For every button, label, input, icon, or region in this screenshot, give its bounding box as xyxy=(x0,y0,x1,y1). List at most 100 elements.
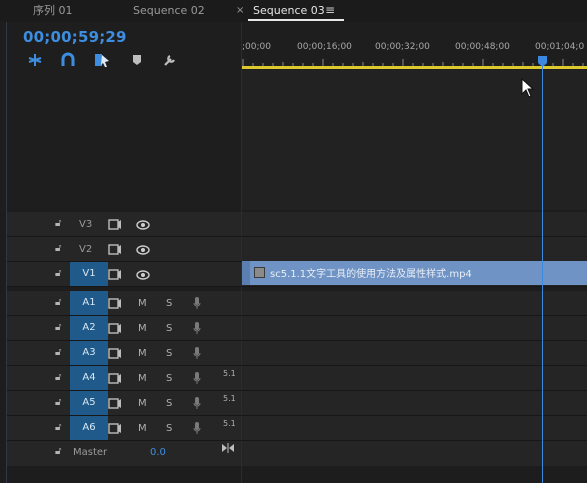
lock-icon[interactable]: 🔓︎ xyxy=(55,397,61,408)
track-row-v2: 🔓︎ V2 xyxy=(7,237,587,262)
sequence-tab-bar: 序列 01 Sequence 02 × Sequence 03 ≡ xyxy=(0,0,587,22)
track-target-a3[interactable]: A3 xyxy=(70,341,108,365)
lock-icon[interactable]: 🔓︎ xyxy=(55,446,61,457)
empty-track-area[interactable] xyxy=(242,70,587,210)
track-header-a3[interactable]: 🔓︎ A3 M S xyxy=(7,341,241,365)
master-label: Master xyxy=(73,447,108,458)
track-body-a6[interactable] xyxy=(242,416,587,440)
ruler-label: 00;00;48;00 xyxy=(455,42,510,52)
time-ruler[interactable]: ;00;00 00;00;16;00 00;00;32;00 00;00;48;… xyxy=(242,22,587,70)
sync-lock-icon[interactable] xyxy=(108,323,122,334)
lock-icon[interactable]: 🔓︎ xyxy=(55,243,61,254)
master-track-header[interactable]: 🔓︎ Master 0.0 xyxy=(7,441,241,466)
linked-selection-icon[interactable] xyxy=(93,52,111,68)
sync-lock-icon[interactable] xyxy=(108,269,122,280)
voiceover-mic-icon[interactable] xyxy=(193,347,201,360)
master-track-body[interactable] xyxy=(242,441,587,466)
magnet-icon[interactable] xyxy=(59,52,77,68)
track-header-a4[interactable]: 🔓︎ A4 M S 5.1 xyxy=(7,366,241,390)
track-header-v1[interactable]: 🔓︎ V1 xyxy=(7,262,241,286)
track-target-a5[interactable]: A5 xyxy=(70,391,108,415)
master-volume-value[interactable]: 0.0 xyxy=(150,447,166,458)
track-target-a1[interactable]: A1 xyxy=(70,291,108,315)
tab-close-button[interactable]: × xyxy=(236,0,244,22)
lock-icon[interactable]: 🔓︎ xyxy=(55,422,61,433)
solo-button[interactable]: S xyxy=(166,298,172,309)
voiceover-mic-icon[interactable] xyxy=(193,397,201,410)
track-header-a1[interactable]: 🔓︎ A1 M S xyxy=(7,291,241,315)
go-to-edit-point-icon[interactable] xyxy=(221,443,235,453)
track-header-a5[interactable]: 🔓︎ A5 M S 5.1 xyxy=(7,391,241,415)
sync-lock-icon[interactable] xyxy=(108,219,122,230)
solo-button[interactable]: S xyxy=(166,398,172,409)
track-target-a6[interactable]: A6 xyxy=(70,416,108,440)
snap-icon[interactable] xyxy=(26,52,44,68)
mute-button[interactable]: M xyxy=(138,298,147,309)
playhead-line[interactable] xyxy=(542,58,543,483)
solo-button[interactable]: S xyxy=(166,323,172,334)
track-header-a2[interactable]: 🔓︎ A2 M S xyxy=(7,316,241,340)
playhead-handle[interactable] xyxy=(537,56,548,67)
sync-lock-icon[interactable] xyxy=(108,298,122,309)
sync-lock-icon[interactable] xyxy=(108,244,122,255)
sync-lock-icon[interactable] xyxy=(108,373,122,384)
track-row-a6: 🔓︎ A6 M S 5.1 xyxy=(7,416,587,441)
sync-lock-icon[interactable] xyxy=(108,398,122,409)
tab-sequence-01[interactable]: 序列 01 xyxy=(33,0,73,22)
lock-icon[interactable]: 🔓︎ xyxy=(55,347,61,358)
lock-icon[interactable]: 🔓︎ xyxy=(55,268,61,279)
mute-button[interactable]: M xyxy=(138,423,147,434)
wrench-icon[interactable] xyxy=(161,52,179,68)
eye-icon[interactable] xyxy=(136,270,150,280)
voiceover-mic-icon[interactable] xyxy=(193,322,201,335)
clip-fx-icon xyxy=(254,267,265,278)
sync-lock-icon[interactable] xyxy=(108,423,122,434)
eye-icon[interactable] xyxy=(136,245,150,255)
mute-button[interactable]: M xyxy=(138,348,147,359)
voiceover-mic-icon[interactable] xyxy=(193,372,201,385)
track-body-v3[interactable] xyxy=(242,212,587,236)
track-target-v1[interactable]: V1 xyxy=(70,262,108,286)
solo-button[interactable]: S xyxy=(166,373,172,384)
track-label-v3: V3 xyxy=(79,219,93,230)
track-body-v2[interactable] xyxy=(242,237,587,261)
track-body-a1[interactable] xyxy=(242,291,587,315)
track-row-a3: 🔓︎ A3 M S xyxy=(7,341,587,366)
voiceover-mic-icon[interactable] xyxy=(193,297,201,310)
lock-icon[interactable]: 🔓︎ xyxy=(55,218,61,229)
track-row-a2: 🔓︎ A2 M S xyxy=(7,316,587,341)
ruler-label: ;00;00 xyxy=(242,42,271,52)
track-target-a4[interactable]: A4 xyxy=(70,366,108,390)
voiceover-mic-icon[interactable] xyxy=(193,422,201,435)
lock-icon[interactable]: 🔓︎ xyxy=(55,297,61,308)
work-area-bar[interactable] xyxy=(242,66,587,69)
track-header-v3[interactable]: 🔓︎ V3 xyxy=(7,212,241,236)
ruler-label: 00;00;16;00 xyxy=(297,42,352,52)
track-header-a6[interactable]: 🔓︎ A6 M S 5.1 xyxy=(7,416,241,440)
tab-sequence-02[interactable]: Sequence 02 xyxy=(133,0,205,22)
add-marker-icon[interactable] xyxy=(128,52,146,68)
eye-icon[interactable] xyxy=(136,220,150,230)
track-body-a5[interactable] xyxy=(242,391,587,415)
lock-icon[interactable]: 🔓︎ xyxy=(55,322,61,333)
track-body-a4[interactable] xyxy=(242,366,587,390)
playhead-timecode[interactable]: 00;00;59;29 xyxy=(23,28,127,46)
clip-head[interactable] xyxy=(242,261,250,285)
track-row-a4: 🔓︎ A4 M S 5.1 xyxy=(7,366,587,391)
track-body-a2[interactable] xyxy=(242,316,587,340)
mute-button[interactable]: M xyxy=(138,373,147,384)
lock-icon[interactable]: 🔓︎ xyxy=(55,372,61,383)
track-row-a1: 🔓︎ A1 M S xyxy=(7,291,587,316)
track-target-a2[interactable]: A2 xyxy=(70,316,108,340)
mouse-pointer-icon xyxy=(521,78,535,98)
track-label-v2: V2 xyxy=(79,244,93,255)
video-clip[interactable]: sc5.1.1文字工具的使用方法及属性样式.mp4 xyxy=(242,261,587,285)
sync-lock-icon[interactable] xyxy=(108,348,122,359)
channel-format-label: 5.1 xyxy=(223,419,236,428)
solo-button[interactable]: S xyxy=(166,423,172,434)
track-body-a3[interactable] xyxy=(242,341,587,365)
track-header-v2[interactable]: 🔓︎ V2 xyxy=(7,237,241,261)
mute-button[interactable]: M xyxy=(138,398,147,409)
mute-button[interactable]: M xyxy=(138,323,147,334)
solo-button[interactable]: S xyxy=(166,348,172,359)
